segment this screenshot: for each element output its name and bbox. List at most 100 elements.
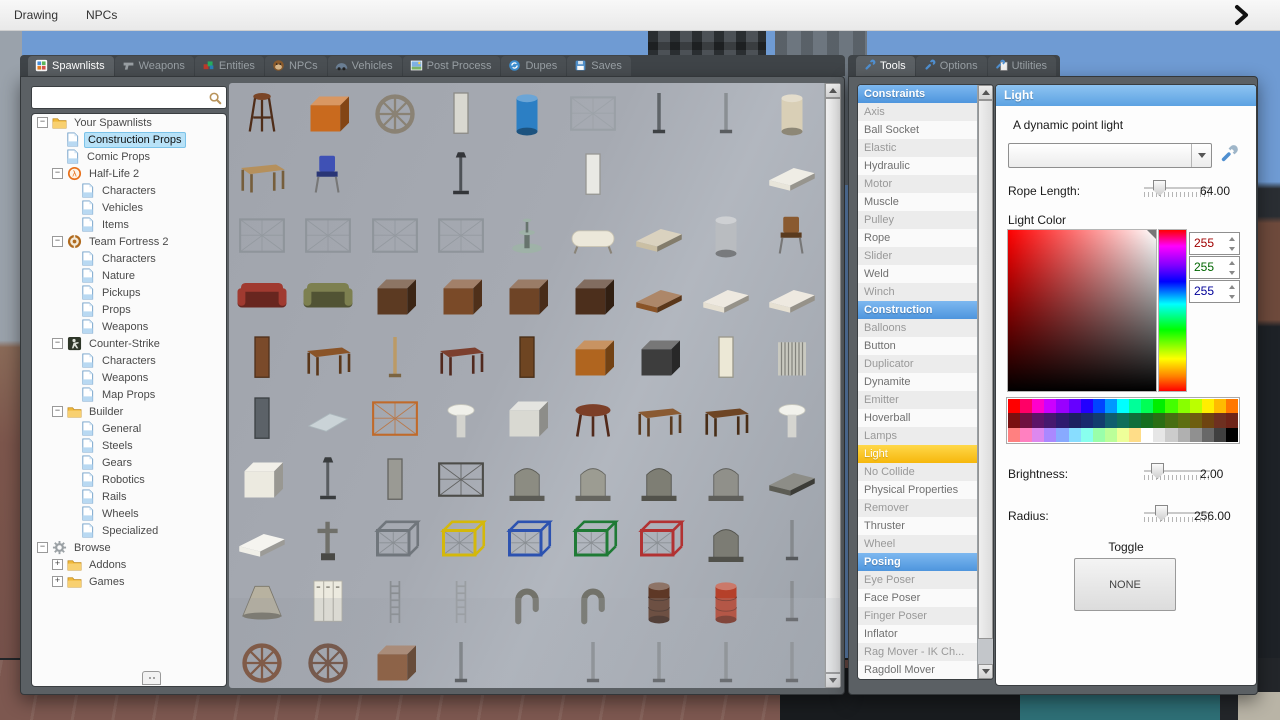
palette-swatch[interactable] [1116, 413, 1130, 428]
palette-swatch[interactable] [1225, 399, 1239, 414]
tool-item-duplicator[interactable]: Duplicator [858, 355, 978, 373]
prop-tile-white-barrier[interactable] [560, 144, 626, 205]
palette-swatch[interactable] [1056, 399, 1069, 414]
prop-tile-washing-machine[interactable] [229, 449, 295, 510]
prop-tile-wire-fence[interactable] [428, 205, 494, 266]
tree-expander-icon[interactable]: − [52, 168, 63, 179]
prop-tile-metal-wheel[interactable] [361, 83, 427, 144]
prop-tile-stone-cross[interactable] [295, 510, 361, 571]
tree-item-general[interactable]: General [32, 420, 226, 437]
palette-swatch[interactable] [1056, 413, 1069, 428]
palette-swatch[interactable] [1008, 427, 1021, 442]
prop-tile-pole[interactable] [693, 632, 759, 688]
prop-tile-blue-chair[interactable] [295, 144, 361, 205]
prop-tile-wall-vent[interactable] [759, 144, 825, 205]
prop-tile-mattress[interactable] [759, 266, 825, 327]
tree-item-comic-props[interactable]: Comic Props [32, 148, 226, 165]
prop-tile-stove[interactable] [626, 327, 692, 388]
tab-tools[interactable]: Tools [856, 56, 915, 76]
palette-swatch[interactable] [1116, 427, 1130, 442]
tab-dupes[interactable]: Dupes [501, 56, 567, 76]
palette-swatch[interactable] [1068, 413, 1081, 428]
prop-tile-red-drum[interactable] [693, 571, 759, 632]
palette-swatch[interactable] [1044, 427, 1057, 442]
tool-item-hoverball[interactable]: Hoverball [858, 409, 978, 427]
prop-tile-pipe-rack[interactable] [361, 388, 427, 449]
prop-tile-water-heater[interactable] [759, 83, 825, 144]
palette-swatch[interactable] [1177, 427, 1190, 442]
palette-swatch[interactable] [1092, 413, 1105, 428]
palette-swatch[interactable] [1189, 413, 1202, 428]
tree-item-characters[interactable]: Characters [32, 250, 226, 267]
palette-swatch[interactable] [1020, 413, 1033, 428]
prop-tile-lampshade[interactable] [229, 571, 295, 632]
spin-down-icon[interactable] [1227, 245, 1236, 252]
prop-tile-fridge[interactable] [693, 327, 759, 388]
palette-swatch[interactable] [1092, 399, 1105, 414]
tree-expander-icon[interactable]: + [52, 576, 63, 587]
prop-tile-boiler[interactable] [693, 205, 759, 266]
prop-tile-radiator[interactable] [759, 327, 825, 388]
prop-tile-wooden-box[interactable] [494, 266, 560, 327]
palette-swatch[interactable] [1165, 413, 1178, 428]
prop-tile-fountain[interactable] [494, 205, 560, 266]
palette-swatch[interactable] [1141, 399, 1154, 414]
tree-item-steels[interactable]: Steels [32, 437, 226, 454]
palette-swatch[interactable] [1225, 427, 1239, 442]
prop-tile-hook[interactable] [759, 571, 825, 632]
tool-item-ball-socket[interactable]: Ball Socket [858, 121, 978, 139]
prop-tile-gas-cylinder[interactable] [626, 83, 692, 144]
tool-item-thruster[interactable]: Thruster [858, 517, 978, 535]
prop-tile-dock-cleats[interactable] [295, 83, 361, 144]
prop-tile-oven[interactable] [494, 388, 560, 449]
tree-resize-handle[interactable] [142, 671, 161, 685]
palette-swatch[interactable] [1080, 413, 1093, 428]
prop-tile-bathtub[interactable] [560, 205, 626, 266]
prop-tile-cage-red[interactable] [626, 510, 692, 571]
scroll-down-icon[interactable] [978, 664, 993, 679]
tool-item-finger-poser[interactable]: Finger Poser [858, 607, 978, 625]
prop-tile-round-table[interactable] [560, 388, 626, 449]
tool-item-rope[interactable]: Rope [858, 229, 978, 247]
tree-item-gears[interactable]: Gears [32, 454, 226, 471]
prop-tile-pipe-piece[interactable] [693, 83, 759, 144]
palette-swatch[interactable] [1104, 413, 1117, 428]
palette-swatch[interactable] [1080, 399, 1093, 414]
prop-tile-side-table[interactable] [428, 327, 494, 388]
prop-tile-gravestone[interactable] [693, 449, 759, 510]
prop-tile-wire-fence[interactable] [229, 205, 295, 266]
tree-item-addons[interactable]: + Addons [32, 556, 226, 573]
palette-swatch[interactable] [1177, 399, 1190, 414]
tree-item-weapons[interactable]: Weapons [32, 318, 226, 335]
palette-swatch[interactable] [1177, 413, 1190, 428]
palette-swatch[interactable] [1129, 413, 1142, 428]
tool-item-elastic[interactable]: Elastic [858, 139, 978, 157]
chevron-down-icon[interactable] [1191, 144, 1211, 167]
prop-tile-ladder[interactable] [428, 571, 494, 632]
prop-tile-coffee-table[interactable] [295, 327, 361, 388]
tree-item-team-fortress-2[interactable]: − Team Fortress 2 [32, 233, 226, 250]
palette-swatch[interactable] [1141, 413, 1154, 428]
tab-saves[interactable]: Saves [567, 56, 631, 76]
prop-tile-jail-bars[interactable] [560, 83, 626, 144]
tool-item-inflator[interactable]: Inflator [858, 625, 978, 643]
palette-swatch[interactable] [1080, 427, 1093, 442]
tool-item-rag-mover-ik-ch[interactable]: Rag Mover - IK Ch... [858, 643, 978, 661]
palette-swatch[interactable] [1129, 427, 1142, 442]
tree-item-rails[interactable]: Rails [32, 488, 226, 505]
prop-tile-wire-fence[interactable] [295, 205, 361, 266]
tree-item-half-life-2[interactable]: − λ Half-Life 2 [32, 165, 226, 182]
prop-tile-hook[interactable] [759, 510, 825, 571]
palette-swatch[interactable] [1201, 427, 1214, 442]
prop-tile-curved-pipe[interactable] [560, 571, 626, 632]
tool-item-eye-poser[interactable]: Eye Poser [858, 571, 978, 589]
palette-swatch[interactable] [1008, 413, 1021, 428]
tab-vehicles[interactable]: Vehicles [327, 56, 402, 76]
prop-tile-mattress[interactable] [693, 266, 759, 327]
spin-down-icon[interactable] [1227, 269, 1236, 276]
hue-bar[interactable] [1158, 229, 1187, 392]
tab-npcs[interactable]: NPCs [264, 56, 327, 76]
palette-swatch[interactable] [1153, 399, 1166, 414]
menu-npcs[interactable]: NPCs [72, 0, 131, 30]
palette-swatch[interactable] [1008, 399, 1021, 414]
